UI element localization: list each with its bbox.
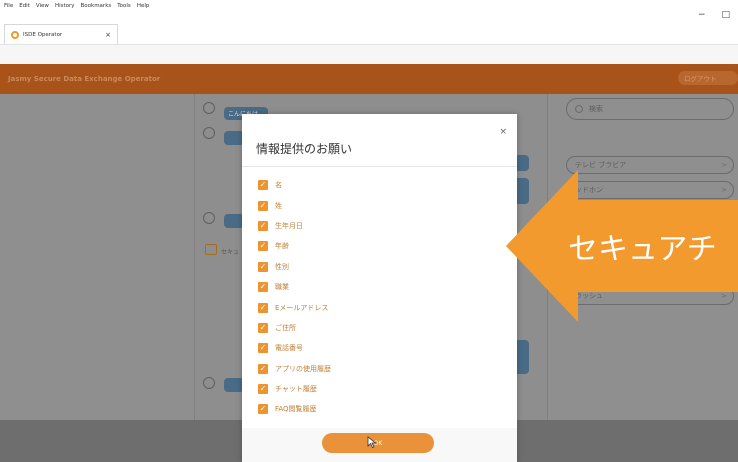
chevron-right-icon: >: [721, 161, 727, 169]
checkbox-checked-icon[interactable]: ✓: [258, 261, 268, 272]
left-panel: [0, 94, 194, 462]
tab-title: ISDE Operator: [23, 31, 63, 38]
avatar-icon: [203, 102, 215, 114]
avatar-icon: [203, 212, 215, 224]
product-item-label: テレビ ブラビア: [575, 161, 627, 169]
mouse-cursor-icon: [367, 436, 377, 448]
checklist-label: Eメールアドレス: [275, 303, 329, 312]
checklist-item[interactable]: ✓ アプリの使用履歴: [258, 359, 331, 379]
checklist-label: 職業: [275, 283, 289, 292]
checklist-label: 生年月日: [275, 221, 303, 230]
app-title: Jasmy Secure Data Exchange Operator: [8, 75, 161, 83]
checklist-item[interactable]: ✓ ご住所: [258, 318, 331, 338]
checklist-label: 電話番号: [275, 344, 303, 353]
chat-bubble: [224, 378, 244, 392]
consent-checklist: ✓ 名 ✓ 姓 ✓ 生年月日 ✓ 年齢 ✓ 性別 ✓ 職業 ✓ Eメールアドレス ✓ ご住所 ✓…: [258, 175, 331, 420]
modal-title: 情報提供のお願い: [256, 142, 353, 156]
checkbox-checked-icon[interactable]: ✓: [258, 322, 268, 333]
checklist-item[interactable]: ✓ FAQ閲覧履歴: [258, 399, 331, 419]
callout-text: セキュアチ: [568, 232, 717, 267]
checklist-item[interactable]: ✓ 名: [258, 175, 331, 195]
tab-strip: ISDE Operator ×: [0, 22, 738, 44]
lock-icon: [205, 244, 217, 255]
checklist-label: チャット履歴: [275, 385, 317, 394]
ok-button[interactable]: OK: [322, 433, 434, 453]
menu-file[interactable]: File: [4, 3, 13, 9]
checklist-label: 性別: [275, 262, 289, 271]
modal-footer: OK: [242, 428, 517, 462]
browser-tab[interactable]: ISDE Operator ×: [4, 24, 118, 44]
menu-tools[interactable]: Tools: [117, 3, 131, 9]
avatar-icon: [203, 377, 215, 389]
tab-close-icon[interactable]: ×: [105, 31, 111, 39]
menu-history[interactable]: History: [55, 3, 75, 9]
checkbox-checked-icon[interactable]: ✓: [258, 302, 268, 313]
checkbox-checked-icon[interactable]: ✓: [258, 404, 268, 415]
checkbox-checked-icon[interactable]: ✓: [258, 241, 268, 252]
checklist-label: FAQ閲覧履歴: [275, 405, 317, 414]
checkbox-checked-icon[interactable]: ✓: [258, 180, 268, 191]
checkbox-checked-icon[interactable]: ✓: [258, 343, 268, 354]
favicon-icon: [11, 30, 19, 39]
menu-bookmarks[interactable]: Bookmarks: [81, 3, 112, 9]
window-controls: − □: [698, 10, 738, 20]
close-icon[interactable]: ×: [499, 127, 507, 137]
checklist-item[interactable]: ✓ 職業: [258, 277, 331, 297]
checklist-label: 名: [275, 181, 282, 190]
logout-button[interactable]: ログアウト: [678, 71, 738, 85]
checklist-label: ご住所: [275, 323, 296, 332]
checkbox-checked-icon[interactable]: ✓: [258, 384, 268, 395]
checkbox-checked-icon[interactable]: ✓: [258, 200, 268, 211]
chat-bubble: [224, 214, 244, 228]
app-header: Jasmy Secure Data Exchange Operator ログアウ…: [0, 64, 738, 94]
search-icon: [575, 105, 583, 113]
checklist-item[interactable]: ✓ 姓: [258, 195, 331, 215]
checklist-item[interactable]: ✓ 生年月日: [258, 216, 331, 236]
toolbar-area: [0, 44, 738, 64]
checklist-item[interactable]: ✓ Eメールアドレス: [258, 297, 331, 317]
menu-help[interactable]: Help: [137, 3, 150, 9]
checkbox-checked-icon[interactable]: ✓: [258, 220, 268, 231]
checklist-item[interactable]: ✓ 年齢: [258, 236, 331, 256]
lock-label: セキュ: [221, 249, 240, 256]
minimize-button[interactable]: −: [698, 10, 706, 20]
search-input[interactable]: 検索: [566, 98, 734, 120]
checkbox-checked-icon[interactable]: ✓: [258, 363, 268, 374]
checklist-item[interactable]: ✓ チャット履歴: [258, 379, 331, 399]
divider: [242, 166, 517, 167]
browser-menubar: File Edit View History Bookmarks Tools H…: [0, 0, 738, 12]
chat-bubble: [224, 131, 244, 145]
avatar-icon: [203, 127, 215, 139]
checkbox-checked-icon[interactable]: ✓: [258, 282, 268, 293]
info-request-modal: 情報提供のお願い × ✓ 名 ✓ 姓 ✓ 生年月日 ✓ 年齢 ✓ 性別 ✓ 職業 ✓ Eメール…: [242, 114, 517, 462]
menu-view[interactable]: View: [36, 3, 49, 9]
checklist-item[interactable]: ✓ 性別: [258, 257, 331, 277]
menu-edit[interactable]: Edit: [19, 3, 30, 9]
maximize-button[interactable]: □: [721, 10, 730, 20]
search-placeholder: 検索: [589, 105, 603, 113]
checklist-label: 年齢: [275, 242, 289, 251]
checklist-label: アプリの使用履歴: [275, 364, 331, 373]
checklist-item[interactable]: ✓ 電話番号: [258, 338, 331, 358]
checklist-label: 姓: [275, 201, 282, 210]
